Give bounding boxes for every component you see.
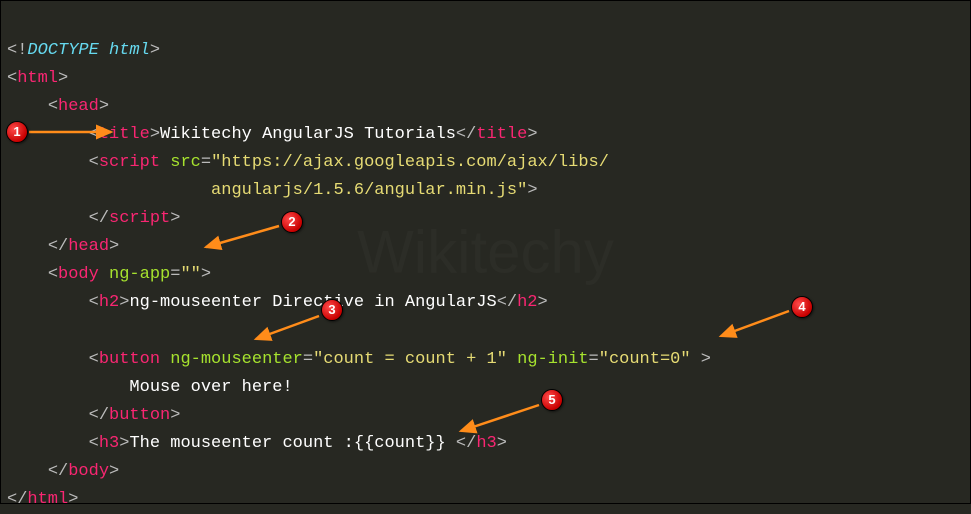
callout-marker-3: 3 (321, 299, 343, 321)
callout-marker-5: 5 (541, 389, 563, 411)
callout-marker-4: 4 (791, 296, 813, 318)
code-block: <!DOCTYPE html> <html> <head> <title>Wik… (7, 9, 964, 514)
callout-marker-1: 1 (6, 121, 28, 143)
callout-marker-2: 2 (281, 211, 303, 233)
